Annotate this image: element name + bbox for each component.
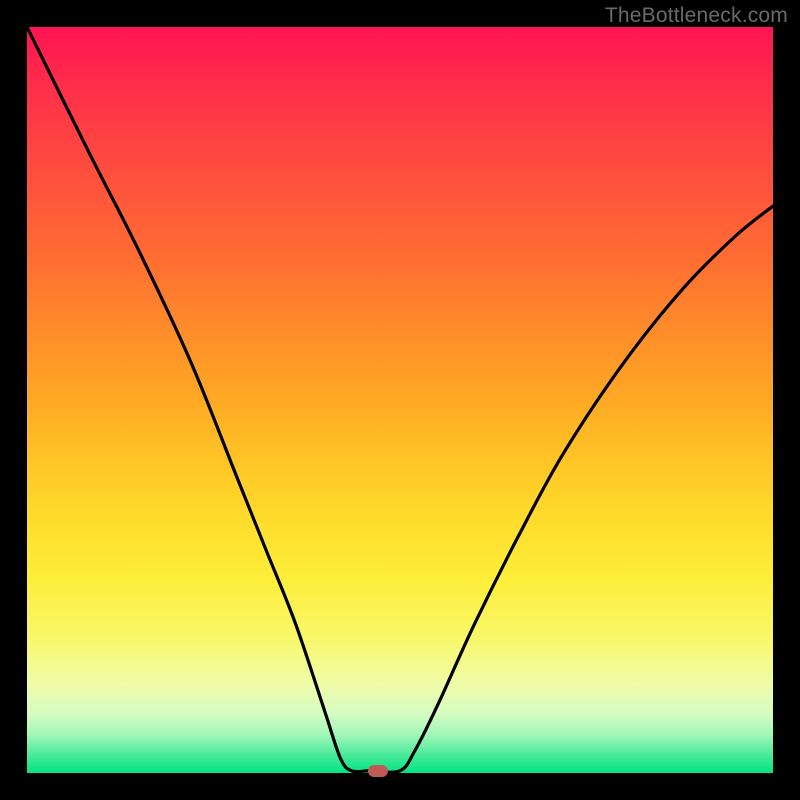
bottleneck-curve <box>27 27 773 773</box>
optimum-marker <box>368 765 388 777</box>
watermark-label: TheBottleneck.com <box>605 4 788 28</box>
chart-frame: TheBottleneck.com <box>0 0 800 800</box>
